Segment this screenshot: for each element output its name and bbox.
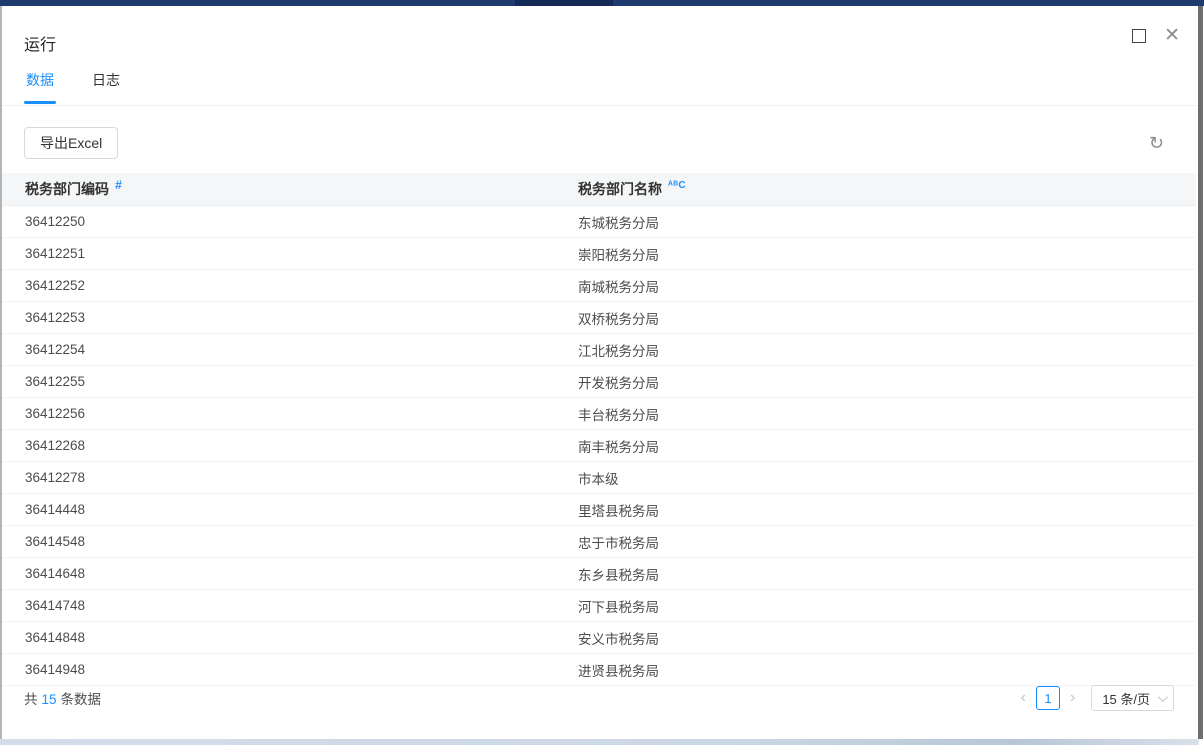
table-row[interactable]: 36412254 江北税务分局 bbox=[2, 334, 1196, 366]
next-page-icon[interactable]: › bbox=[1068, 690, 1077, 706]
cell-department-name: 双桥税务分局 bbox=[578, 308, 1196, 328]
column-header-code[interactable]: 税务部门编码 # bbox=[2, 179, 578, 199]
total-suffix: 条数据 bbox=[61, 692, 102, 707]
tab-log[interactable]: 日志 bbox=[90, 64, 122, 104]
tab-data[interactable]: 数据 bbox=[24, 64, 56, 104]
pagination: ‹ 1 › 15 条/页 bbox=[1019, 685, 1174, 711]
table-row[interactable]: 36412250 东城税务分局 bbox=[2, 206, 1196, 238]
column-label: 税务部门名称 bbox=[578, 179, 662, 199]
table-row[interactable]: 36412253 双桥税务分局 bbox=[2, 302, 1196, 334]
export-excel-button[interactable]: 导出Excel bbox=[24, 127, 118, 159]
cell-department-code: 36412278 bbox=[2, 470, 578, 485]
cell-department-name: 南丰税务分局 bbox=[578, 436, 1196, 456]
tab-bar: 数据 日志 bbox=[2, 64, 1196, 106]
table-row[interactable]: 36412251 崇阳税务分局 bbox=[2, 238, 1196, 270]
window-controls: ✕ bbox=[1132, 26, 1180, 45]
table-row[interactable]: 36412252 南城税务分局 bbox=[2, 270, 1196, 302]
total-prefix: 共 bbox=[24, 692, 38, 707]
cell-department-code: 36412252 bbox=[2, 278, 578, 293]
refresh-icon[interactable]: ↻ bbox=[1149, 134, 1164, 152]
cell-department-name: 河下县税务局 bbox=[578, 596, 1196, 616]
table-row[interactable]: 36412278 市本级 bbox=[2, 462, 1196, 494]
cell-department-code: 36412268 bbox=[2, 438, 578, 453]
table-row[interactable]: 36414448 里塔县税务局 bbox=[2, 494, 1196, 526]
page-size-select[interactable]: 15 条/页 bbox=[1091, 685, 1174, 711]
toolbar: 导出Excel ↻ bbox=[2, 118, 1196, 168]
table-row[interactable]: 36412255 开发税务分局 bbox=[2, 366, 1196, 398]
cell-department-code: 36414748 bbox=[2, 598, 578, 613]
table-row[interactable]: 36412256 丰台税务分局 bbox=[2, 398, 1196, 430]
cell-department-code: 36412254 bbox=[2, 342, 578, 357]
cell-department-code: 36412256 bbox=[2, 406, 578, 421]
cell-department-code: 36412255 bbox=[2, 374, 578, 389]
total-records-text: 共 15 条数据 bbox=[24, 688, 101, 708]
chevron-down-icon bbox=[1158, 692, 1168, 702]
dialog-header: 运行 ✕ bbox=[2, 6, 1196, 64]
dialog-title: 运行 bbox=[24, 31, 56, 55]
cell-department-code: 36412250 bbox=[2, 214, 578, 229]
cell-department-name: 里塔县税务局 bbox=[578, 500, 1196, 520]
cell-department-name: 开发税务分局 bbox=[578, 372, 1196, 392]
table-row[interactable]: 36414548 忠于市税务局 bbox=[2, 526, 1196, 558]
cell-department-code: 36414448 bbox=[2, 502, 578, 517]
table-header-row: 税务部门编码 # 税务部门名称 ᴬᴮC bbox=[2, 173, 1196, 206]
cell-department-name: 进贤县税务局 bbox=[578, 660, 1196, 680]
cell-department-code: 36414948 bbox=[2, 662, 578, 677]
cell-department-name: 崇阳税务分局 bbox=[578, 244, 1196, 264]
string-type-icon: ᴬᴮC bbox=[668, 180, 686, 191]
table-body: 36412250 东城税务分局 36412251 崇阳税务分局 36412252… bbox=[2, 206, 1196, 686]
cell-department-name: 忠于市税务局 bbox=[578, 532, 1196, 552]
cell-department-name: 安义市税务局 bbox=[578, 628, 1196, 648]
table-row[interactable]: 36414748 河下县税务局 bbox=[2, 590, 1196, 622]
page-size-label: 15 条/页 bbox=[1102, 689, 1150, 708]
total-count: 15 bbox=[42, 692, 57, 707]
table-row[interactable]: 36414948 进贤县税务局 bbox=[2, 654, 1196, 686]
cell-department-name: 丰台税务分局 bbox=[578, 404, 1196, 424]
maximize-icon[interactable] bbox=[1132, 29, 1146, 43]
result-table: 税务部门编码 # 税务部门名称 ᴬᴮC 36412250 东城税务分局 3641… bbox=[2, 173, 1196, 686]
cell-department-name: 东城税务分局 bbox=[578, 212, 1196, 232]
table-footer: 共 15 条数据 ‹ 1 › 15 条/页 bbox=[2, 683, 1196, 713]
cell-department-code: 36412253 bbox=[2, 310, 578, 325]
prev-page-icon[interactable]: ‹ bbox=[1019, 690, 1028, 706]
table-row[interactable]: 36414648 东乡县税务局 bbox=[2, 558, 1196, 590]
column-label: 税务部门编码 bbox=[25, 179, 109, 199]
cell-department-code: 36414548 bbox=[2, 534, 578, 549]
cell-department-code: 36412251 bbox=[2, 246, 578, 261]
cell-department-code: 36414648 bbox=[2, 566, 578, 581]
table-row[interactable]: 36412268 南丰税务分局 bbox=[2, 430, 1196, 462]
column-header-name[interactable]: 税务部门名称 ᴬᴮC bbox=[578, 179, 1196, 199]
cell-department-name: 江北税务分局 bbox=[578, 340, 1196, 360]
table-row[interactable]: 36414848 安义市税务局 bbox=[2, 622, 1196, 654]
cell-department-name: 南城税务分局 bbox=[578, 276, 1196, 296]
cell-department-code: 36414848 bbox=[2, 630, 578, 645]
cell-department-name: 东乡县税务局 bbox=[578, 564, 1196, 584]
background-scrollbar[interactable] bbox=[1198, 6, 1203, 739]
page-number-current[interactable]: 1 bbox=[1036, 686, 1060, 710]
cell-department-name: 市本级 bbox=[578, 468, 1196, 488]
number-type-icon: # bbox=[115, 178, 122, 192]
close-icon[interactable]: ✕ bbox=[1164, 26, 1180, 45]
background-app-bottom-edge bbox=[0, 739, 1199, 745]
run-dialog: 运行 ✕ 数据 日志 导出Excel ↻ 税务部门编码 # 税务部门名称 ᴬᴮC… bbox=[2, 6, 1196, 739]
